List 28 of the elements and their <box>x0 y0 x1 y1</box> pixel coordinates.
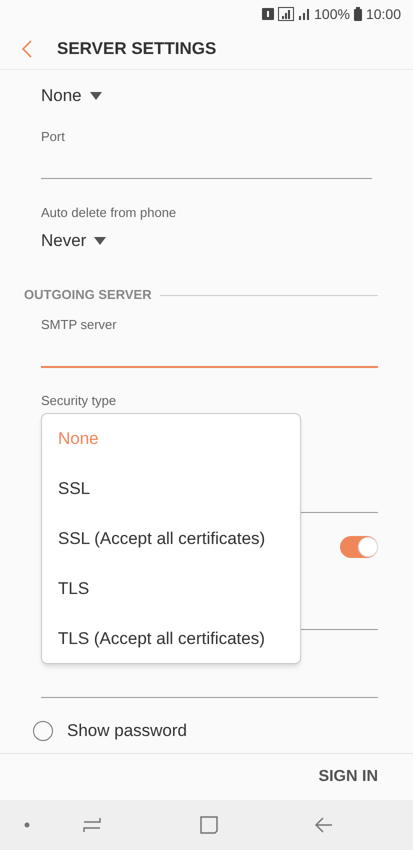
caret-icon <box>90 92 102 100</box>
dropdown-option[interactable]: TLS (Accept all certificates) <box>42 614 300 664</box>
signal-icon <box>278 7 294 21</box>
security-type-dropdown[interactable]: None <box>41 84 102 108</box>
home-icon[interactable] <box>200 816 218 834</box>
field-label: SMTP server <box>41 316 118 334</box>
sign-in-button[interactable]: SIGN IN <box>318 765 378 789</box>
section-heading: OUTGOING SERVER <box>24 286 152 304</box>
clock: 10:00 <box>366 4 401 24</box>
back-icon[interactable] <box>315 817 333 833</box>
recent-apps-icon[interactable] <box>83 816 101 834</box>
sim-icon <box>262 8 274 20</box>
dropdown-option[interactable]: SSL (Accept all certificates) <box>42 514 300 564</box>
toggle-switch[interactable] <box>340 536 378 558</box>
radio-button[interactable] <box>33 721 53 741</box>
signal-icon <box>298 8 310 20</box>
page-title: SERVER SETTINGS <box>57 38 216 60</box>
dropdown-option[interactable]: TLS <box>42 564 300 614</box>
battery-percentage: 100% <box>314 4 350 24</box>
field-label: Auto delete from phone <box>41 204 178 222</box>
dot-icon <box>24 822 30 828</box>
field-label: Port <box>41 128 66 146</box>
battery-icon <box>354 7 362 21</box>
dropdown-option[interactable]: SSL <box>42 464 300 514</box>
auto-delete-dropdown[interactable]: Never <box>41 229 106 253</box>
show-password-label: Show password <box>67 720 188 742</box>
caret-icon <box>94 237 106 245</box>
field-label: Security type <box>41 392 118 410</box>
